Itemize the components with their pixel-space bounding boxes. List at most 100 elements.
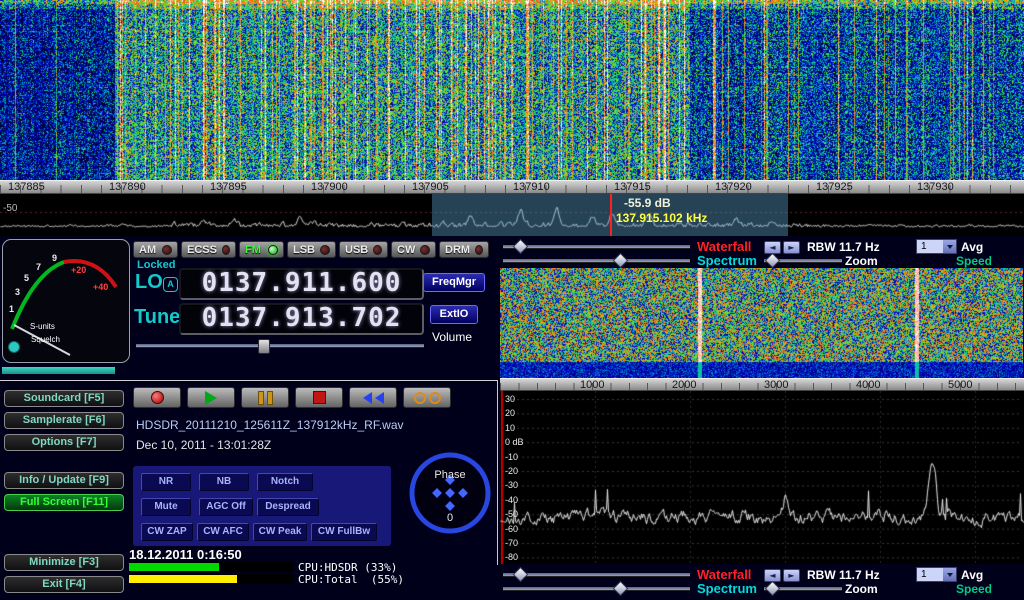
tune-cursor-line: [610, 194, 612, 236]
af-spectrum-display[interactable]: [500, 391, 1024, 564]
fullscreen-button[interactable]: Full Screen [F11]: [4, 494, 124, 511]
af-waterfall-display[interactable]: [500, 268, 1023, 378]
spectrum-brightness-slider-bottom[interactable]: [503, 582, 690, 595]
freqmgr-button[interactable]: FreqMgr: [423, 273, 485, 292]
chevron-down-icon: [943, 568, 956, 581]
exit-button[interactable]: Exit [F4]: [4, 576, 124, 593]
rf-scale-label: 137895: [210, 181, 247, 193]
spectrum-mode-label-bottom[interactable]: Spectrum: [697, 581, 757, 596]
speed-select-bottom[interactable]: 1: [916, 567, 957, 582]
zoom-slider-bottom[interactable]: [764, 582, 842, 595]
shift-right-button[interactable]: ►: [783, 241, 800, 254]
cw-led-icon: [420, 245, 430, 255]
zoom-label: Zoom: [845, 254, 878, 268]
af-db-label: -60: [505, 524, 518, 534]
mode-label: ECSS: [187, 244, 217, 256]
slider-thumb[interactable]: [765, 581, 781, 597]
af-frequency-scale[interactable]: 1000 2000 3000 4000 5000: [500, 378, 1024, 391]
rf-scale-label: 137890: [109, 181, 146, 193]
hdsdr-window: 137885 137890 137895 137900 137905 13791…: [0, 0, 1024, 600]
info-update-button[interactable]: Info / Update [F9]: [4, 472, 124, 489]
mode-button-drm[interactable]: DRM: [439, 241, 489, 258]
af-db-label: 20: [505, 408, 515, 418]
spectrum-brightness-slider[interactable]: [503, 254, 690, 267]
lo-lock-badge[interactable]: A: [163, 277, 178, 292]
af-scale-label: 1000: [580, 379, 604, 391]
tune-frequency-display[interactable]: 0137.913.702: [179, 303, 424, 335]
mode-button-cw[interactable]: CW: [391, 241, 436, 258]
pause-button[interactable]: [241, 387, 289, 408]
phase-value: 0: [407, 512, 493, 524]
mode-button-ecss[interactable]: ECSS: [181, 241, 236, 258]
stop-button[interactable]: [295, 387, 343, 408]
mode-button-fm[interactable]: FM: [239, 241, 284, 258]
cw-afc-button[interactable]: CW AFC: [197, 523, 249, 541]
waterfall-mode-label-bottom[interactable]: Waterfall: [697, 567, 751, 582]
drm-led-icon: [475, 245, 483, 255]
nb-button[interactable]: NB: [199, 473, 249, 491]
despread-button[interactable]: Despread: [257, 498, 319, 516]
mode-label: AM: [139, 244, 156, 256]
extio-button[interactable]: ExtIO: [430, 305, 478, 324]
slider-thumb[interactable]: [513, 567, 529, 583]
slider-thumb[interactable]: [613, 253, 629, 269]
slider-thumb[interactable]: [613, 581, 629, 597]
rf-frequency-scale[interactable]: 137885 137890 137895 137900 137905 13791…: [0, 180, 1024, 194]
rf-waterfall-display[interactable]: [0, 0, 1024, 180]
rf-spectrum-display[interactable]: -50 -55.9 dB 137.915.102 kHz: [0, 194, 1024, 236]
mode-label: FM: [245, 244, 261, 256]
record-icon: [151, 391, 164, 404]
slider-thumb[interactable]: [513, 239, 529, 255]
cw-fullbw-button[interactable]: CW FullBw: [311, 523, 377, 541]
volume-slider-thumb[interactable]: [258, 339, 270, 354]
rf-scale-label: 137885: [8, 181, 45, 193]
spectrum-mode-label[interactable]: Spectrum: [697, 253, 757, 268]
cw-peak-button[interactable]: CW Peak: [253, 523, 307, 541]
options-button[interactable]: Options [F7]: [4, 434, 124, 451]
af-db-label: -20: [505, 466, 518, 476]
volume-slider[interactable]: [136, 339, 424, 352]
rf-scale-label: 137925: [816, 181, 853, 193]
af-scale-label: 2000: [672, 379, 696, 391]
waterfall-brightness-slider-bottom[interactable]: [503, 568, 690, 581]
fm-led-icon: [268, 245, 278, 255]
squelch-level-bar[interactable]: [2, 367, 115, 374]
svg-text:7: 7: [36, 262, 41, 272]
slider-thumb[interactable]: [765, 253, 781, 269]
af-scale-label: 3000: [764, 379, 788, 391]
samplerate-button[interactable]: Samplerate [F6]: [4, 412, 124, 429]
loop-icon: [414, 392, 426, 404]
rewind-button[interactable]: [349, 387, 397, 408]
notch-button[interactable]: Notch: [257, 473, 313, 491]
zoom-slider[interactable]: [764, 254, 842, 267]
cpu-hdsdr-bar-fill: [129, 563, 219, 571]
speed-select[interactable]: 1: [916, 239, 957, 254]
mode-button-lsb[interactable]: LSB: [287, 241, 336, 258]
volume-slider-track: [136, 344, 424, 348]
am-led-icon: [162, 245, 172, 255]
lo-frequency-display[interactable]: 0137.911.600: [179, 268, 424, 300]
waterfall-mode-label[interactable]: Waterfall: [697, 239, 751, 254]
playback-controls: [133, 387, 451, 408]
mute-button[interactable]: Mute: [141, 498, 191, 516]
mode-label: DRM: [445, 244, 470, 256]
play-button[interactable]: [187, 387, 235, 408]
volume-label: Volume: [432, 330, 472, 344]
phase-label: Phase: [407, 469, 493, 481]
agc-off-button[interactable]: AGC Off: [199, 498, 253, 516]
af-db-label: -40: [505, 495, 518, 505]
shift-right-button-bottom[interactable]: ►: [783, 569, 800, 582]
loop-button[interactable]: [403, 387, 451, 408]
mode-button-am[interactable]: AM: [133, 241, 178, 258]
cpu-hdsdr-bar: [129, 562, 293, 572]
record-button[interactable]: [133, 387, 181, 408]
mode-button-usb[interactable]: USB: [339, 241, 388, 258]
minimize-button[interactable]: Minimize [F3]: [4, 554, 124, 571]
soundcard-button[interactable]: Soundcard [F5]: [4, 390, 124, 407]
chevron-down-icon: [943, 240, 956, 253]
cw-zap-button[interactable]: CW ZAP: [141, 523, 193, 541]
nr-button[interactable]: NR: [141, 473, 191, 491]
waterfall-brightness-slider[interactable]: [503, 240, 690, 253]
af-db-label: 0 dB: [505, 437, 524, 447]
rf-scale-label: 137905: [412, 181, 449, 193]
